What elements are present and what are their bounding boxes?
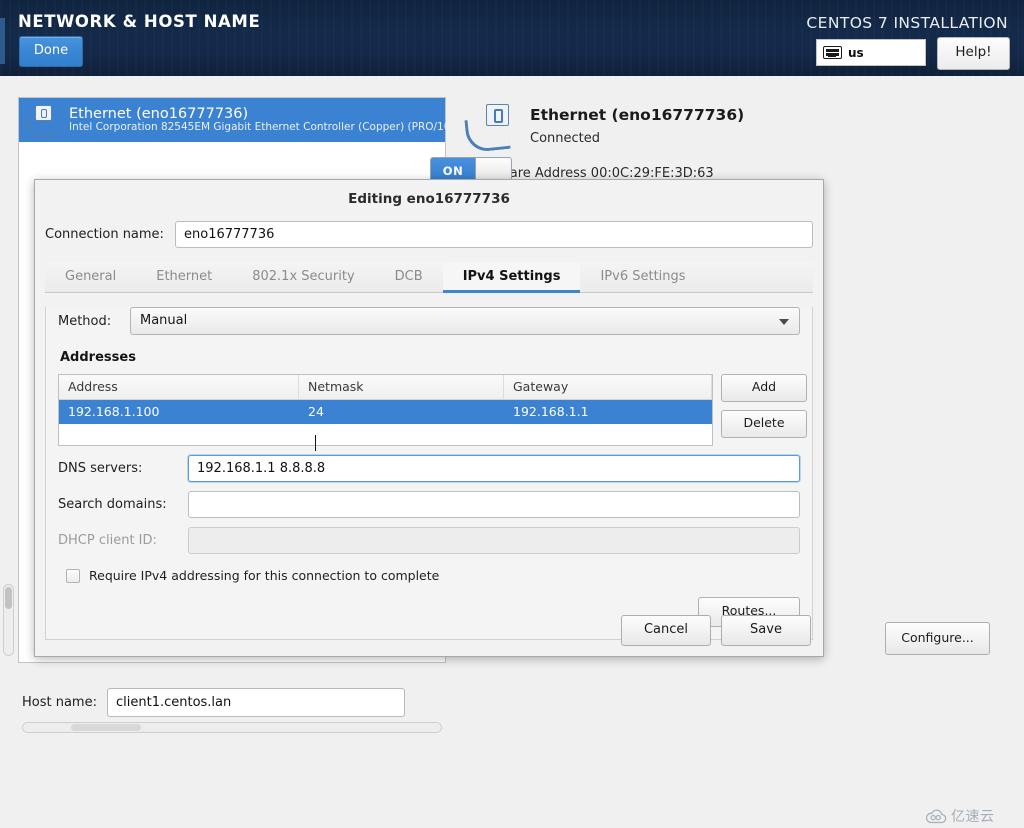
keyboard-layout-indicator[interactable]: us	[816, 39, 926, 66]
method-row: Method: Manual	[58, 307, 800, 335]
search-domains-input[interactable]	[188, 491, 800, 518]
column-header-gateway: Gateway	[504, 375, 712, 399]
cloud-icon	[925, 809, 947, 824]
require-ipv4-checkbox[interactable]	[66, 569, 80, 583]
page-title: NETWORK & HOST NAME	[18, 12, 260, 31]
addresses-section-title: Addresses	[60, 350, 812, 365]
configure-button[interactable]: Configure...	[885, 622, 990, 655]
dhcp-client-id-input	[188, 527, 800, 554]
ipv4-settings-panel: Method: Manual Addresses Address Netmask…	[45, 307, 813, 640]
connection-name-label: Connection name:	[45, 227, 175, 242]
device-description: Intel Corporation 82545EM Gigabit Ethern…	[69, 122, 449, 134]
address-actions: Add Delete	[721, 374, 807, 446]
text-cursor	[315, 435, 316, 451]
dhcp-client-id-label: DHCP client ID:	[58, 533, 188, 548]
detail-device-name: Ethernet (eno16777736)	[530, 106, 744, 124]
connection-name-input[interactable]	[175, 221, 813, 248]
hostname-label: Host name:	[22, 695, 97, 710]
cancel-button[interactable]: Cancel	[621, 615, 711, 646]
watermark-text: 亿速云	[951, 806, 995, 826]
tab-general[interactable]: General	[45, 262, 136, 292]
device-list-horizontal-scrollbar[interactable]	[22, 722, 442, 733]
installation-title: CENTOS 7 INSTALLATION	[806, 14, 1008, 32]
dialog-footer: Cancel Save	[611, 615, 811, 646]
cell-gateway: 192.168.1.1	[504, 400, 712, 424]
tab-ipv6-settings[interactable]: IPv6 Settings	[580, 262, 705, 292]
require-ipv4-label: Require IPv4 addressing for this connect…	[89, 568, 439, 583]
dialog-title: Editing eno16777736	[35, 180, 823, 207]
tab-ipv4-settings[interactable]: IPv4 Settings	[443, 262, 581, 292]
ethernet-plug-icon	[466, 104, 520, 156]
settings-tabs: General Ethernet 802.1x Security DCB IPv…	[45, 262, 813, 293]
device-detail-panel: Ethernet (eno16777736) Connected Hardwar…	[466, 102, 1006, 181]
help-button[interactable]: Help!	[937, 37, 1010, 70]
addresses-table[interactable]: Address Netmask Gateway 192.168.1.100 24…	[58, 374, 713, 446]
detail-connection-status: Connected	[530, 131, 744, 146]
method-selected-value: Manual	[131, 308, 799, 334]
connection-name-row: Connection name:	[45, 221, 813, 248]
dhcp-client-id-row: DHCP client ID:	[58, 527, 800, 554]
addresses-table-header: Address Netmask Gateway	[59, 375, 712, 400]
add-address-button[interactable]: Add	[721, 374, 807, 402]
edit-connection-dialog: Editing eno16777736 Connection name: Gen…	[34, 179, 824, 657]
search-domains-row: Search domains:	[58, 491, 800, 518]
method-label: Method:	[58, 314, 130, 329]
table-row[interactable]: 192.168.1.100 24 192.168.1.1	[59, 400, 712, 424]
device-name: Ethernet (eno16777736)	[69, 106, 449, 122]
delete-address-button[interactable]: Delete	[721, 410, 807, 438]
device-list-vertical-scrollbar[interactable]	[3, 584, 14, 656]
require-ipv4-row[interactable]: Require IPv4 addressing for this connect…	[66, 568, 800, 583]
keyboard-layout-label: us	[848, 46, 864, 60]
search-domains-label: Search domains:	[58, 497, 188, 512]
done-button[interactable]: Done	[19, 36, 83, 67]
hostname-row: Host name:	[22, 688, 405, 717]
tab-dcb[interactable]: DCB	[375, 262, 443, 292]
addresses-area: Address Netmask Gateway 192.168.1.100 24…	[58, 374, 800, 446]
tab-8021x-security[interactable]: 802.1x Security	[232, 262, 374, 292]
keyboard-icon	[823, 46, 842, 59]
method-select[interactable]: Manual	[130, 307, 800, 335]
cell-address: 192.168.1.100	[59, 400, 299, 424]
column-header-netmask: Netmask	[299, 375, 504, 399]
list-item[interactable]: Ethernet (eno16777736) Intel Corporation…	[19, 98, 445, 142]
header-accent-notch	[0, 18, 5, 64]
dns-servers-label: DNS servers:	[58, 461, 188, 476]
table-empty-row[interactable]	[59, 424, 712, 445]
dns-servers-row: DNS servers:	[58, 455, 800, 482]
ethernet-plug-icon	[27, 104, 61, 136]
hostname-input[interactable]	[107, 688, 405, 717]
chevron-down-icon	[779, 319, 789, 325]
cell-netmask: 24	[299, 400, 504, 424]
installer-header: NETWORK & HOST NAME Done CENTOS 7 INSTAL…	[0, 0, 1024, 76]
watermark: 亿速云	[925, 806, 995, 826]
column-header-address: Address	[59, 375, 299, 399]
tab-ethernet[interactable]: Ethernet	[136, 262, 232, 292]
dns-servers-input[interactable]	[188, 455, 800, 482]
save-button[interactable]: Save	[721, 615, 811, 646]
